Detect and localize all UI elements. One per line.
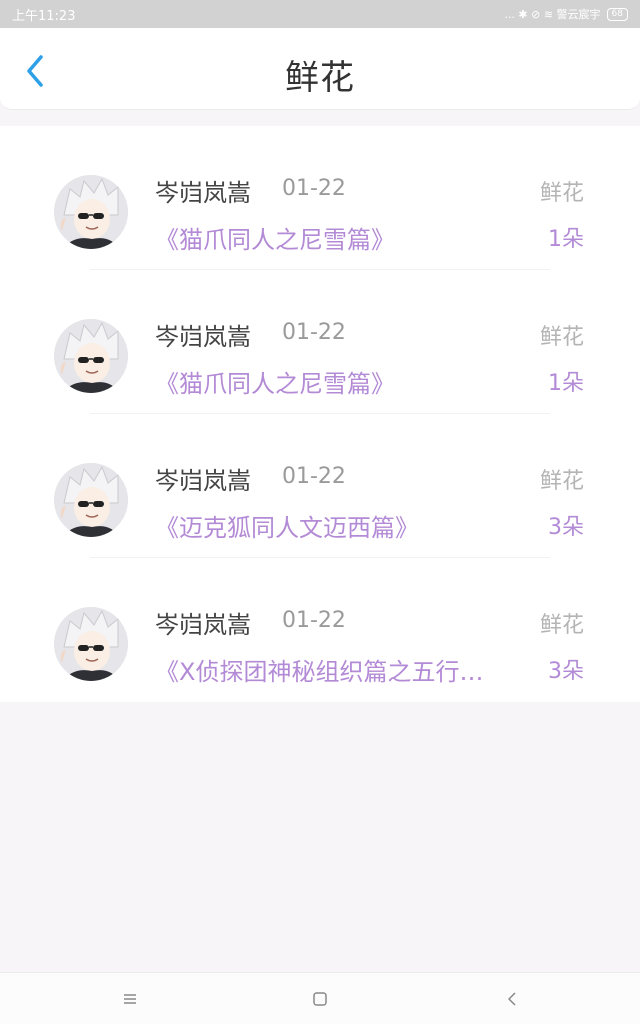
home-square-icon	[313, 992, 327, 1006]
nav-home-button[interactable]	[308, 987, 332, 1011]
nav-menu-button[interactable]	[118, 987, 142, 1011]
sender-name: 岑岿岚嵩	[155, 467, 251, 495]
avatar[interactable]	[54, 319, 128, 393]
book-title-link[interactable]: 《猫爪同人之尼雪篇》	[155, 220, 523, 255]
book-title-link[interactable]: 《X侦探团神秘组织篇之五行…	[155, 652, 523, 687]
gift-quantity: 1朵	[548, 227, 584, 252]
avatar-image	[54, 463, 128, 537]
menu-icon	[124, 994, 136, 1004]
gift-date: 01-22	[282, 608, 346, 633]
page-title: 鲜花	[285, 58, 355, 98]
list-item[interactable]: 岑岿岚嵩 01-22 《猫爪同人之尼雪篇》 鲜花 1朵	[0, 270, 640, 414]
sender-name: 岑岿岚嵩	[155, 611, 251, 639]
gift-type: 鲜花	[539, 469, 584, 494]
battery-icon: 68	[606, 7, 628, 21]
gift-quantity: 3朵	[548, 659, 584, 684]
system-nav-bar	[0, 972, 640, 1024]
gift-quantity: 1朵	[548, 371, 584, 396]
gift-list: 岑岿岚嵩 01-22 《猫爪同人之尼雪篇》 鲜花 1朵 岑岿岚嵩 01-22 《…	[0, 126, 640, 702]
avatar-image	[54, 607, 128, 681]
avatar[interactable]	[54, 175, 128, 249]
gift-date: 01-22	[282, 176, 346, 201]
gift-type: 鲜花	[539, 325, 584, 350]
gift-type: 鲜花	[539, 613, 584, 638]
gift-type: 鲜花	[539, 181, 584, 206]
status-bar: 上午11:23 ... ✱ ⊘ ≋ 警云宸宇 68	[0, 0, 640, 28]
book-title-link[interactable]: 《猫爪同人之尼雪篇》	[155, 364, 523, 399]
gift-date: 01-22	[282, 464, 346, 489]
status-time: 上午11:23	[12, 8, 76, 24]
avatar[interactable]	[54, 607, 128, 681]
sender-name: 岑岿岚嵩	[155, 179, 251, 207]
nav-back-button[interactable]	[500, 987, 524, 1011]
sender-name: 岑岿岚嵩	[155, 323, 251, 351]
app-header: 鲜花	[0, 28, 640, 110]
gift-quantity: 3朵	[548, 515, 584, 540]
gift-date: 01-22	[282, 320, 346, 345]
back-triangle-icon	[508, 992, 516, 1006]
status-indicators: ... ✱ ⊘ ≋ 警云宸宇 68	[504, 6, 628, 22]
list-item[interactable]: 岑岿岚嵩 01-22 《迈克狐同人文迈西篇》 鲜花 3朵	[0, 414, 640, 558]
avatar-image	[54, 175, 128, 249]
book-title-link[interactable]: 《迈克狐同人文迈西篇》	[155, 508, 523, 543]
list-item[interactable]: 岑岿岚嵩 01-22 《X侦探团神秘组织篇之五行… 鲜花 3朵	[0, 558, 640, 702]
avatar-image	[54, 319, 128, 393]
list-item[interactable]: 岑岿岚嵩 01-22 《猫爪同人之尼雪篇》 鲜花 1朵	[0, 126, 640, 270]
avatar[interactable]	[54, 463, 128, 537]
status-icons: ... ✱ ⊘ ≋ 警云宸宇	[504, 8, 601, 21]
